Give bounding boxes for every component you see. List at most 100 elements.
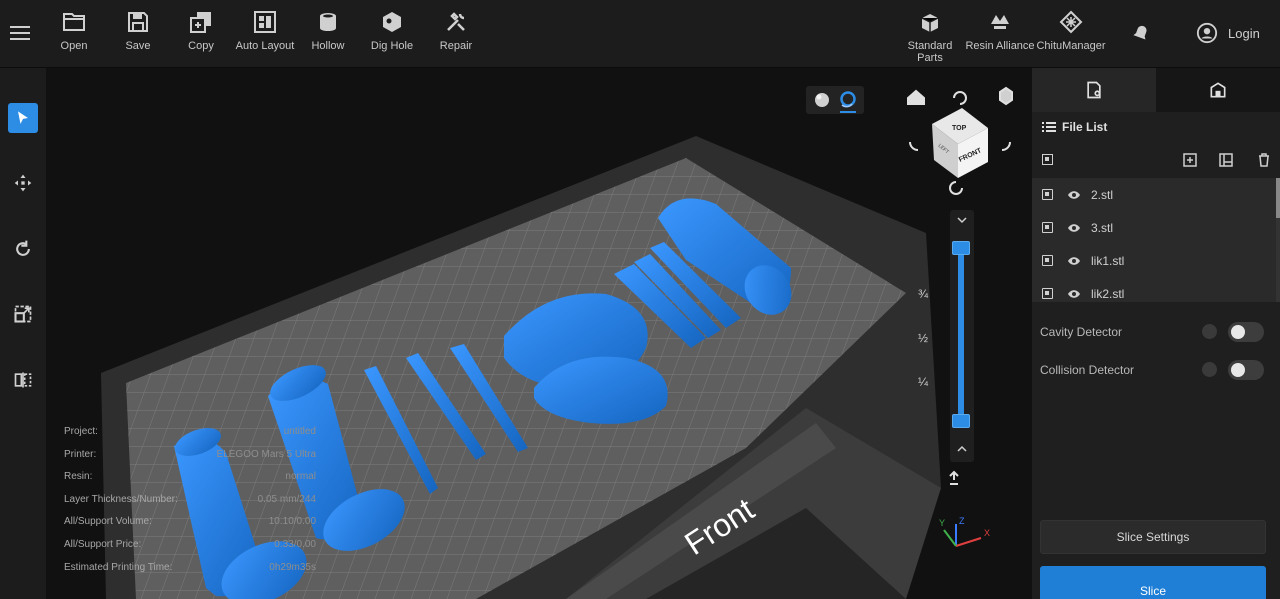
rotate-ccw-icon[interactable]	[953, 91, 967, 105]
select-all-checkbox[interactable]	[1042, 154, 1053, 165]
list-icon	[1042, 122, 1056, 132]
info-row-time: Estimated Printing Time: 0h29m35s	[64, 561, 316, 573]
file-checkbox[interactable]	[1042, 222, 1053, 233]
scale-icon	[14, 305, 32, 323]
svg-text:Z: Z	[959, 516, 965, 526]
cavity-detector-row: Cavity Detector	[1040, 322, 1272, 342]
open-button[interactable]: Open	[42, 10, 106, 52]
file-row[interactable]: 3.stl	[1032, 211, 1276, 244]
dig-hole-icon	[380, 10, 404, 34]
standard-parts-button[interactable]: Standard Parts	[894, 10, 966, 64]
cavity-status-face-icon	[1202, 324, 1217, 339]
hamburger-menu-icon[interactable]	[8, 22, 32, 46]
slider-mark-three-quarters: ¾	[918, 287, 929, 301]
rotate-right-icon[interactable]	[1001, 141, 1011, 151]
info-row-layer: Layer Thickness/Number: 0.05 mm/244	[64, 493, 316, 505]
layer-slider-top-handle[interactable]	[952, 241, 970, 255]
add-file-icon[interactable]	[1182, 152, 1198, 168]
info-row-volume: All/Support Volume: 10.10/0.00	[64, 516, 316, 528]
info-row-project: Project: untitled	[64, 426, 316, 437]
folder-icon	[62, 10, 86, 34]
svg-text:Y: Y	[939, 518, 945, 528]
hollow-icon	[316, 10, 340, 34]
chitu-manager-button[interactable]: ChituManager	[1034, 10, 1108, 52]
layer-compare-icon[interactable]	[949, 470, 959, 485]
tab-printer[interactable]	[1156, 68, 1280, 112]
standard-parts-icon	[918, 10, 942, 34]
slider-mark-half: ½	[918, 331, 929, 345]
3d-viewport[interactable]: Front Z X Y TOP FRONT LEFT Project: unti…	[46, 68, 1032, 599]
dig-hole-button[interactable]: Dig Hole	[360, 10, 424, 52]
solid-view-icon[interactable]	[815, 93, 829, 107]
collision-status-face-icon	[1202, 362, 1217, 377]
file-list-scrollbar[interactable]	[1276, 178, 1280, 302]
hollow-button[interactable]: Hollow	[296, 10, 360, 52]
chitu-manager-icon	[1059, 10, 1083, 34]
file-checkbox[interactable]	[1042, 189, 1053, 200]
printer-icon	[1210, 82, 1226, 98]
home-view-icon[interactable]	[907, 89, 925, 105]
auto-layout-icon	[253, 10, 277, 34]
info-row-price: All/Support Price: 0.33/0.00	[64, 538, 316, 550]
file-checkbox[interactable]	[1042, 255, 1053, 266]
eye-icon[interactable]	[1067, 256, 1081, 266]
perspective-cube-icon[interactable]	[999, 86, 1013, 106]
mirror-tool-button[interactable]	[8, 365, 38, 395]
view-cube[interactable]: TOP FRONT LEFT	[932, 108, 988, 178]
info-row-resin: Resin: normal	[64, 471, 316, 483]
resin-alliance-button[interactable]: Resin Alliance	[964, 10, 1036, 52]
eye-icon[interactable]	[1067, 223, 1081, 233]
file-row[interactable]: lik2.stl	[1032, 277, 1276, 302]
layer-slider-track[interactable]	[958, 248, 964, 420]
slice-settings-button[interactable]: Slice Settings	[1040, 520, 1266, 554]
xray-view-icon[interactable]	[840, 91, 856, 108]
copy-icon	[189, 10, 213, 34]
slider-mark-quarter: ¼	[918, 375, 929, 389]
user-icon	[1196, 22, 1218, 44]
floppy-icon	[126, 10, 150, 34]
repair-button[interactable]: Repair	[424, 10, 488, 52]
login-button[interactable]: Login	[1196, 22, 1260, 44]
layer-slider-bottom-handle[interactable]	[952, 414, 970, 428]
eye-icon[interactable]	[1067, 190, 1081, 200]
cursor-icon	[18, 111, 28, 124]
layout-file-icon[interactable]	[1218, 152, 1234, 168]
render-mode-toggle[interactable]	[806, 86, 864, 114]
mirror-icon	[14, 372, 32, 388]
select-tool-button[interactable]	[8, 103, 38, 133]
collision-detector-row: Collision Detector	[1040, 360, 1272, 380]
rotate-left-icon[interactable]	[909, 141, 919, 151]
resin-alliance-icon	[988, 10, 1012, 34]
info-row-printer: Printer: ELEGOO Mars 5 Ultra	[64, 448, 316, 460]
notification-bell-icon[interactable]	[1130, 22, 1152, 44]
file-settings-icon	[1087, 81, 1101, 99]
collision-detector-toggle[interactable]	[1228, 360, 1264, 380]
file-row[interactable]: lik1.stl	[1032, 244, 1276, 277]
slider-down-chevron-icon[interactable]	[956, 214, 968, 229]
rotate-cw-icon[interactable]	[949, 181, 963, 195]
rotate-icon	[16, 240, 30, 256]
slider-up-chevron-icon[interactable]	[956, 442, 968, 460]
tab-file-list[interactable]	[1032, 68, 1156, 112]
eye-icon[interactable]	[1067, 289, 1081, 299]
top-toolbar: Open Save Copy Auto Layout Hollow Dig Ho…	[0, 0, 1280, 68]
auto-layout-button[interactable]: Auto Layout	[233, 10, 297, 52]
file-list-actions	[1032, 148, 1280, 174]
rotate-tool-button[interactable]	[8, 234, 38, 264]
right-panel: File List 2.stl 3.stl lik1.stl lik2.stl	[1032, 68, 1280, 599]
svg-text:TOP: TOP	[952, 125, 967, 132]
left-toolbar	[0, 68, 46, 599]
save-button[interactable]: Save	[106, 10, 170, 52]
move-icon	[14, 174, 32, 192]
copy-button[interactable]: Copy	[169, 10, 233, 52]
file-list: 2.stl 3.stl lik1.stl lik2.stl	[1032, 178, 1276, 302]
svg-text:X: X	[984, 528, 990, 538]
delete-trash-icon[interactable]	[1256, 152, 1272, 168]
move-tool-button[interactable]	[8, 168, 38, 198]
file-checkbox[interactable]	[1042, 288, 1053, 299]
file-row[interactable]: 2.stl	[1032, 178, 1276, 211]
cavity-detector-toggle[interactable]	[1228, 322, 1264, 342]
scale-tool-button[interactable]	[8, 299, 38, 329]
print-info-panel: Project: untitled Printer: ELEGOO Mars 5 U…	[64, 426, 324, 584]
slice-button[interactable]: Slice	[1040, 566, 1266, 599]
